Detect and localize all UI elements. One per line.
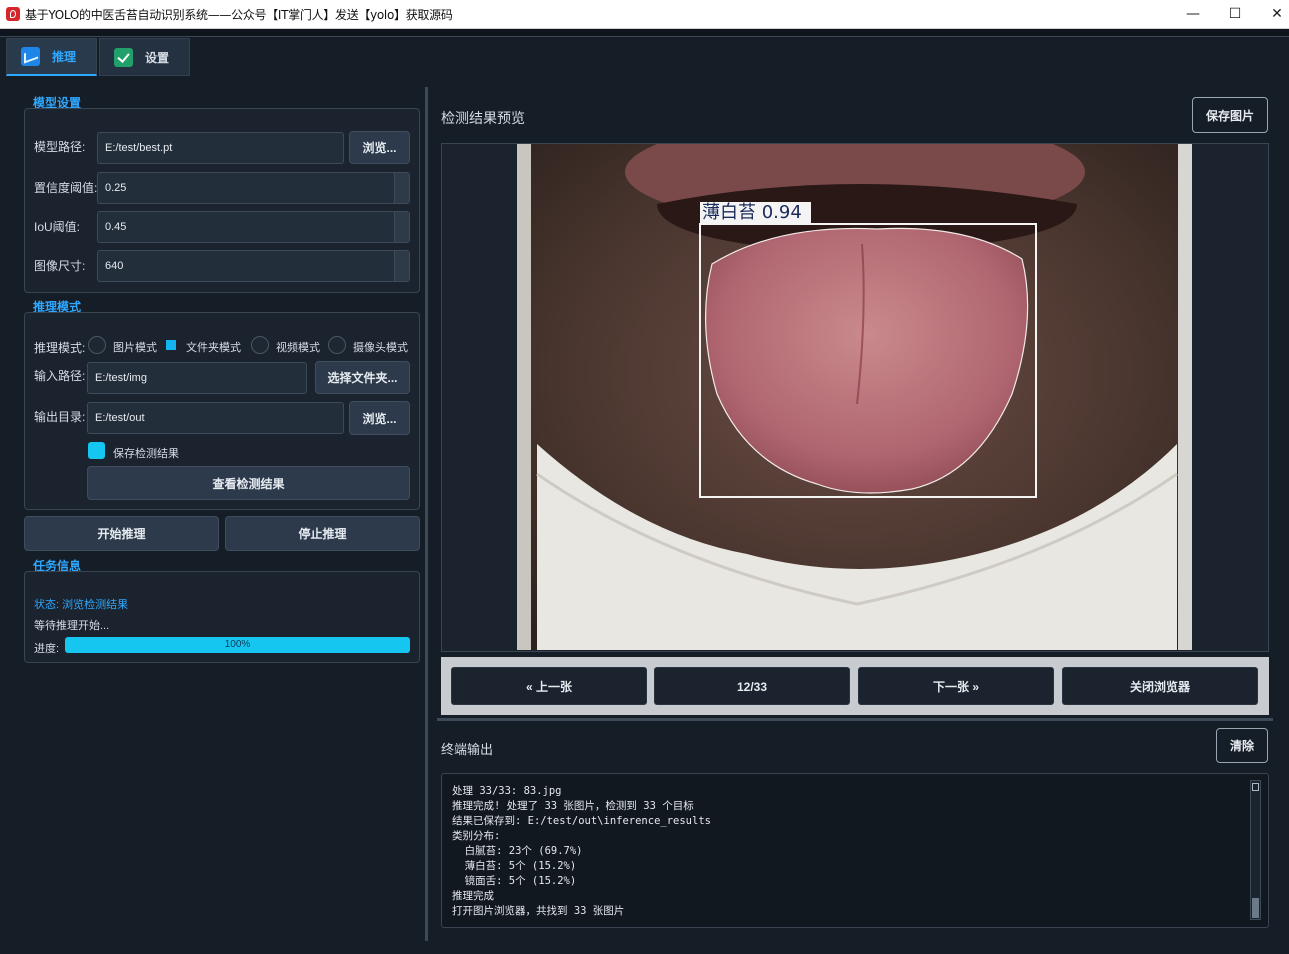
imgsz-spin-arrows[interactable] bbox=[394, 251, 409, 281]
video-mode-label: 视频模式 bbox=[276, 342, 320, 354]
image-counter: 12/33 bbox=[654, 667, 850, 705]
tab-inference-label: 推理 bbox=[52, 50, 77, 64]
conf-label: 置信度阈值: bbox=[34, 181, 98, 195]
folder-mode-radio[interactable] bbox=[166, 340, 176, 350]
app-logo-icon bbox=[6, 7, 20, 21]
video-mode-radio[interactable] bbox=[251, 336, 269, 354]
close-browser-button[interactable]: 关闭浏览器 bbox=[1062, 667, 1258, 705]
iou-spin-arrows[interactable] bbox=[394, 212, 409, 242]
choose-folder-button[interactable]: 选择文件夹... bbox=[315, 361, 410, 394]
scroll-up-icon[interactable] bbox=[1252, 783, 1259, 791]
task-message: 等待推理开始... bbox=[34, 620, 110, 632]
minimize-button[interactable]: — bbox=[1172, 0, 1214, 29]
detection-label: 薄白苔 0.94 bbox=[702, 202, 802, 223]
model-path-input[interactable]: E:/test/best.pt bbox=[97, 132, 344, 164]
save-image-button[interactable]: 保存图片 bbox=[1192, 97, 1268, 133]
close-window-button[interactable]: ✕ bbox=[1256, 0, 1289, 29]
view-results-button[interactable]: 查看检测结果 bbox=[87, 466, 410, 500]
chart-icon bbox=[21, 47, 40, 66]
image-mode-label: 图片模式 bbox=[113, 342, 157, 354]
mode-label: 推理模式: bbox=[34, 341, 86, 355]
maximize-button[interactable]: ☐ bbox=[1214, 0, 1256, 29]
stop-inference-button[interactable]: 停止推理 bbox=[225, 516, 420, 551]
folder-mode-label: 文件夹模式 bbox=[186, 342, 241, 354]
tongue-photo bbox=[517, 144, 1192, 650]
terminal-title: 终端输出 bbox=[441, 742, 494, 757]
tab-settings[interactable]: 设置 bbox=[99, 38, 190, 76]
input-path-input[interactable]: E:/test/img bbox=[87, 362, 307, 394]
save-results-checkbox[interactable] bbox=[88, 442, 105, 459]
model-browse-button[interactable]: 浏览... bbox=[349, 131, 410, 164]
vertical-splitter[interactable] bbox=[425, 87, 428, 941]
imgsz-label: 图像尺寸: bbox=[34, 259, 86, 273]
prev-image-button[interactable]: « 上一张 bbox=[451, 667, 647, 705]
scroll-thumb[interactable] bbox=[1252, 898, 1259, 918]
menu-strip bbox=[0, 29, 1289, 37]
conf-value: 0.25 bbox=[105, 182, 127, 194]
start-inference-button[interactable]: 开始推理 bbox=[24, 516, 219, 551]
imgsz-value: 640 bbox=[105, 260, 124, 272]
conf-spinbox[interactable]: 0.25 bbox=[97, 172, 410, 204]
check-icon bbox=[114, 47, 133, 67]
terminal-text: 处理 33/33: 83.jpg 推理完成! 处理了 33 张图片，检测到 33… bbox=[452, 785, 711, 917]
input-path-label: 输入路径: bbox=[34, 369, 86, 383]
conf-spin-arrows[interactable] bbox=[394, 173, 409, 203]
output-browse-button[interactable]: 浏览... bbox=[349, 401, 410, 435]
camera-mode-label: 摄像头模式 bbox=[353, 342, 408, 354]
tab-inference[interactable]: 推理 bbox=[6, 38, 97, 76]
preview-title: 检测结果预览 bbox=[441, 110, 525, 126]
next-image-button[interactable]: 下一张 » bbox=[858, 667, 1054, 705]
iou-spinbox[interactable]: 0.45 bbox=[97, 211, 410, 243]
progress-bar: 100% bbox=[65, 637, 410, 653]
save-results-label: 保存检测结果 bbox=[113, 448, 179, 460]
iou-label: IoU阈值: bbox=[34, 220, 81, 234]
imgsz-spinbox[interactable]: 640 bbox=[97, 250, 410, 282]
output-dir-label: 输出目录: bbox=[34, 410, 86, 424]
progress-label: 进度: bbox=[34, 643, 60, 655]
image-mode-radio[interactable] bbox=[88, 336, 106, 354]
title-bar: 基于YOLO的中医舌苔自动识别系统——公众号【IT掌门人】发送【yolo】获取源… bbox=[0, 0, 1289, 29]
window-title: 基于YOLO的中医舌苔自动识别系统——公众号【IT掌门人】发送【yolo】获取源… bbox=[25, 8, 453, 22]
horizontal-splitter[interactable] bbox=[437, 718, 1273, 721]
camera-mode-radio[interactable] bbox=[328, 336, 346, 354]
clear-terminal-button[interactable]: 清除 bbox=[1216, 728, 1268, 763]
terminal-scrollbar[interactable] bbox=[1250, 780, 1261, 920]
status-text: 状态: 浏览检测结果 bbox=[34, 599, 129, 611]
terminal-output[interactable]: 处理 33/33: 83.jpg 推理完成! 处理了 33 张图片，检测到 33… bbox=[441, 773, 1269, 928]
detection-image: 薄白苔 0.94 bbox=[517, 144, 1192, 650]
tab-settings-label: 设置 bbox=[145, 50, 170, 65]
iou-value: 0.45 bbox=[105, 221, 127, 233]
output-dir-input[interactable]: E:/test/out bbox=[87, 402, 344, 434]
model-path-label: 模型路径: bbox=[34, 140, 86, 154]
